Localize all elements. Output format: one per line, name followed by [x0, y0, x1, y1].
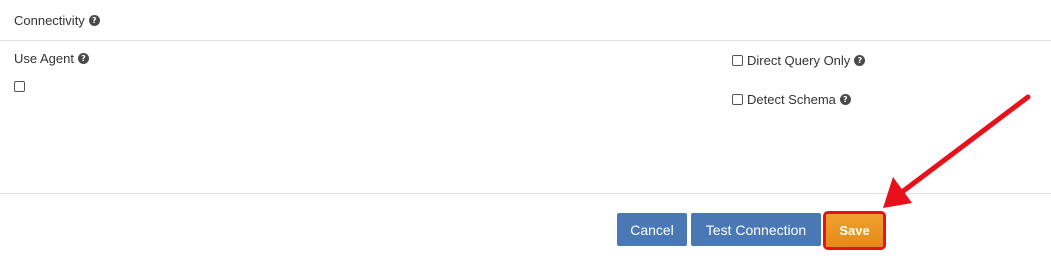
detect-schema-option[interactable]: Detect Schema ?: [732, 92, 851, 107]
question-circle-icon[interactable]: ?: [78, 53, 89, 64]
detect-schema-checkbox[interactable]: [732, 94, 743, 105]
detect-schema-label: Detect Schema: [747, 92, 836, 107]
connectivity-title-text: Connectivity: [14, 13, 85, 28]
connectivity-section-title: Connectivity ?: [14, 13, 100, 28]
question-circle-icon[interactable]: ?: [839, 94, 851, 105]
use-agent-label-text: Use Agent: [14, 51, 74, 66]
use-agent-label: Use Agent ?: [14, 51, 89, 66]
annotation-arrow: [883, 94, 1031, 208]
save-button[interactable]: Save: [826, 214, 883, 247]
question-circle-icon[interactable]: ?: [88, 15, 100, 26]
section-divider-top: [0, 40, 1051, 41]
direct-query-only-checkbox[interactable]: [732, 55, 743, 66]
question-circle-icon[interactable]: ?: [854, 55, 866, 66]
test-connection-button[interactable]: Test Connection: [691, 213, 821, 246]
direct-query-only-label: Direct Query Only: [747, 53, 851, 68]
use-agent-checkbox[interactable]: [14, 81, 25, 92]
direct-query-only-option[interactable]: Direct Query Only ?: [732, 53, 866, 68]
section-divider-bottom: [0, 193, 1051, 194]
cancel-button[interactable]: Cancel: [617, 213, 687, 246]
